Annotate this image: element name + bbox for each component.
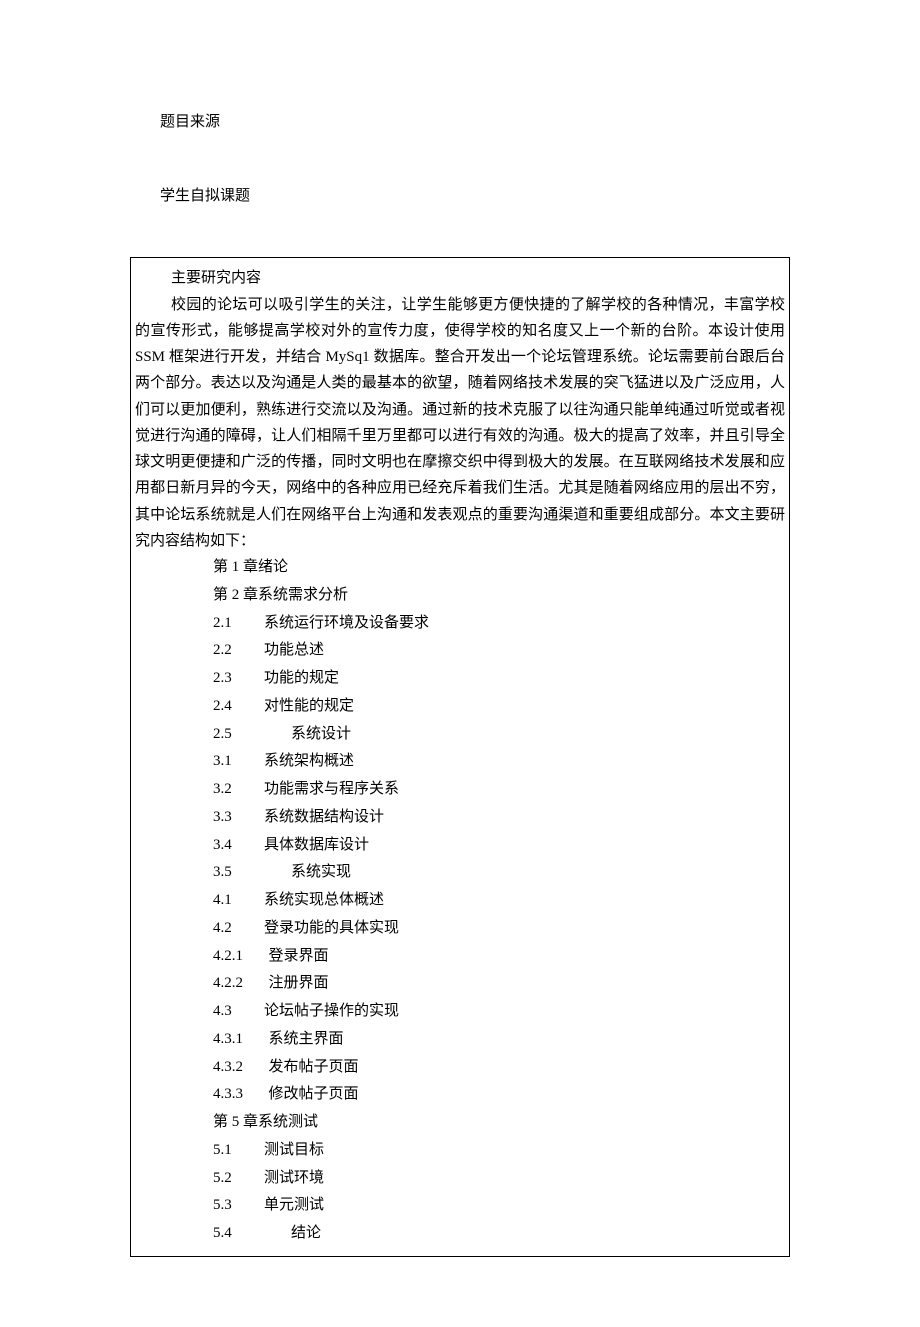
toc-item: 4.3.3修改帖子页面 — [213, 1081, 785, 1109]
toc-item-number: 2.5 — [213, 721, 291, 749]
toc-item: 3.2功能需求与程序关系 — [213, 776, 785, 804]
toc-item-text: 测试环境 — [264, 1170, 324, 1186]
toc-item-text: 系统架构概述 — [264, 753, 354, 769]
toc-item: 4.1系统实现总体概述 — [213, 887, 785, 915]
label-topic: 学生自拟课题 — [130, 184, 790, 210]
toc-item: 2.1系统运行环境及设备要求 — [213, 610, 785, 638]
research-content-box: 主要研究内容 校园的论坛可以吸引学生的关注，让学生能够更方便快捷的了解学校的各种… — [130, 257, 790, 1257]
toc-item-text: 功能总述 — [264, 642, 324, 658]
toc-item-text: 单元测试 — [264, 1197, 324, 1213]
toc-item: 5.2测试环境 — [213, 1165, 785, 1193]
toc-item: 4.3论坛帖子操作的实现 — [213, 998, 785, 1026]
toc-item-number: 2.3 — [213, 665, 264, 693]
toc-item: 5.1测试目标 — [213, 1137, 785, 1165]
toc-item: 4.2.2注册界面 — [213, 970, 785, 998]
toc-item: 2.2功能总述 — [213, 637, 785, 665]
toc-item-text: 第 2 章系统需求分析 — [213, 587, 348, 603]
toc-item-text: 第 5 章系统测试 — [213, 1114, 318, 1130]
toc-item-text: 系统设计 — [291, 726, 351, 742]
toc-item-text: 论坛帖子操作的实现 — [264, 1003, 399, 1019]
toc-item-text: 具体数据库设计 — [264, 837, 369, 853]
toc-item: 第 5 章系统测试 — [213, 1109, 785, 1137]
label-source: 题目来源 — [130, 110, 790, 136]
research-intro: 校园的论坛可以吸引学生的关注，让学生能够更方便快捷的了解学校的各种情况，丰富学校… — [135, 292, 785, 555]
toc-item: 2.4对性能的规定 — [213, 693, 785, 721]
toc-item-text: 修改帖子页面 — [269, 1086, 359, 1102]
toc-item: 3.1系统架构概述 — [213, 748, 785, 776]
toc-item-number: 5.4 — [213, 1220, 291, 1248]
toc-item-number: 3.1 — [213, 748, 264, 776]
toc-item: 3.4具体数据库设计 — [213, 832, 785, 860]
toc-item-text: 功能的规定 — [264, 670, 339, 686]
toc-item-number: 3.4 — [213, 832, 264, 860]
toc-item-text: 结论 — [291, 1225, 321, 1241]
toc-item-number: 3.5 — [213, 859, 291, 887]
toc-item-text: 系统实现 — [291, 864, 351, 880]
toc-item-text: 测试目标 — [264, 1142, 324, 1158]
toc-item-number: 3.3 — [213, 804, 264, 832]
toc-item-number: 3.2 — [213, 776, 264, 804]
toc-item: 4.2登录功能的具体实现 — [213, 915, 785, 943]
toc-item-number: 4.1 — [213, 887, 264, 915]
toc-item-number: 4.2.1 — [213, 943, 269, 971]
toc-item: 第 2 章系统需求分析 — [213, 582, 785, 610]
toc-item-text: 注册界面 — [269, 975, 329, 991]
toc-item-text: 系统运行环境及设备要求 — [264, 615, 429, 631]
toc-item-number: 4.3.2 — [213, 1054, 269, 1082]
toc-item-text: 功能需求与程序关系 — [264, 781, 399, 797]
toc-item: 4.3.2发布帖子页面 — [213, 1054, 785, 1082]
toc-item-number: 5.2 — [213, 1165, 264, 1193]
toc-item-text: 系统数据结构设计 — [264, 809, 384, 825]
toc-item-number: 4.2.2 — [213, 970, 269, 998]
toc-item-number: 5.3 — [213, 1192, 264, 1220]
toc-item-text: 对性能的规定 — [264, 698, 354, 714]
toc-item-number: 4.3.3 — [213, 1081, 269, 1109]
toc-item: 2.3功能的规定 — [213, 665, 785, 693]
toc-item: 5.4结论 — [213, 1220, 785, 1248]
toc-item: 3.3系统数据结构设计 — [213, 804, 785, 832]
research-title: 主要研究内容 — [135, 266, 785, 292]
toc-item-number: 4.3.1 — [213, 1026, 269, 1054]
toc-item-text: 登录界面 — [269, 948, 329, 964]
toc-item: 4.2.1登录界面 — [213, 943, 785, 971]
toc-item-number: 4.2 — [213, 915, 264, 943]
toc-item-number: 5.1 — [213, 1137, 264, 1165]
toc-item: 3.5系统实现 — [213, 859, 785, 887]
toc-list: 第 1 章绪论第 2 章系统需求分析2.1系统运行环境及设备要求2.2功能总述2… — [135, 554, 785, 1248]
toc-item-text: 登录功能的具体实现 — [264, 920, 399, 936]
toc-item-text: 系统实现总体概述 — [264, 892, 384, 908]
toc-item-text: 发布帖子页面 — [269, 1059, 359, 1075]
toc-item: 4.3.1系统主界面 — [213, 1026, 785, 1054]
toc-item-number: 2.4 — [213, 693, 264, 721]
toc-item-text: 系统主界面 — [269, 1031, 344, 1047]
toc-item: 5.3单元测试 — [213, 1192, 785, 1220]
toc-item-number: 2.2 — [213, 637, 264, 665]
toc-item-number: 2.1 — [213, 610, 264, 638]
toc-item-text: 第 1 章绪论 — [213, 559, 288, 575]
toc-item: 第 1 章绪论 — [213, 554, 785, 582]
toc-item: 2.5系统设计 — [213, 721, 785, 749]
toc-item-number: 4.3 — [213, 998, 264, 1026]
